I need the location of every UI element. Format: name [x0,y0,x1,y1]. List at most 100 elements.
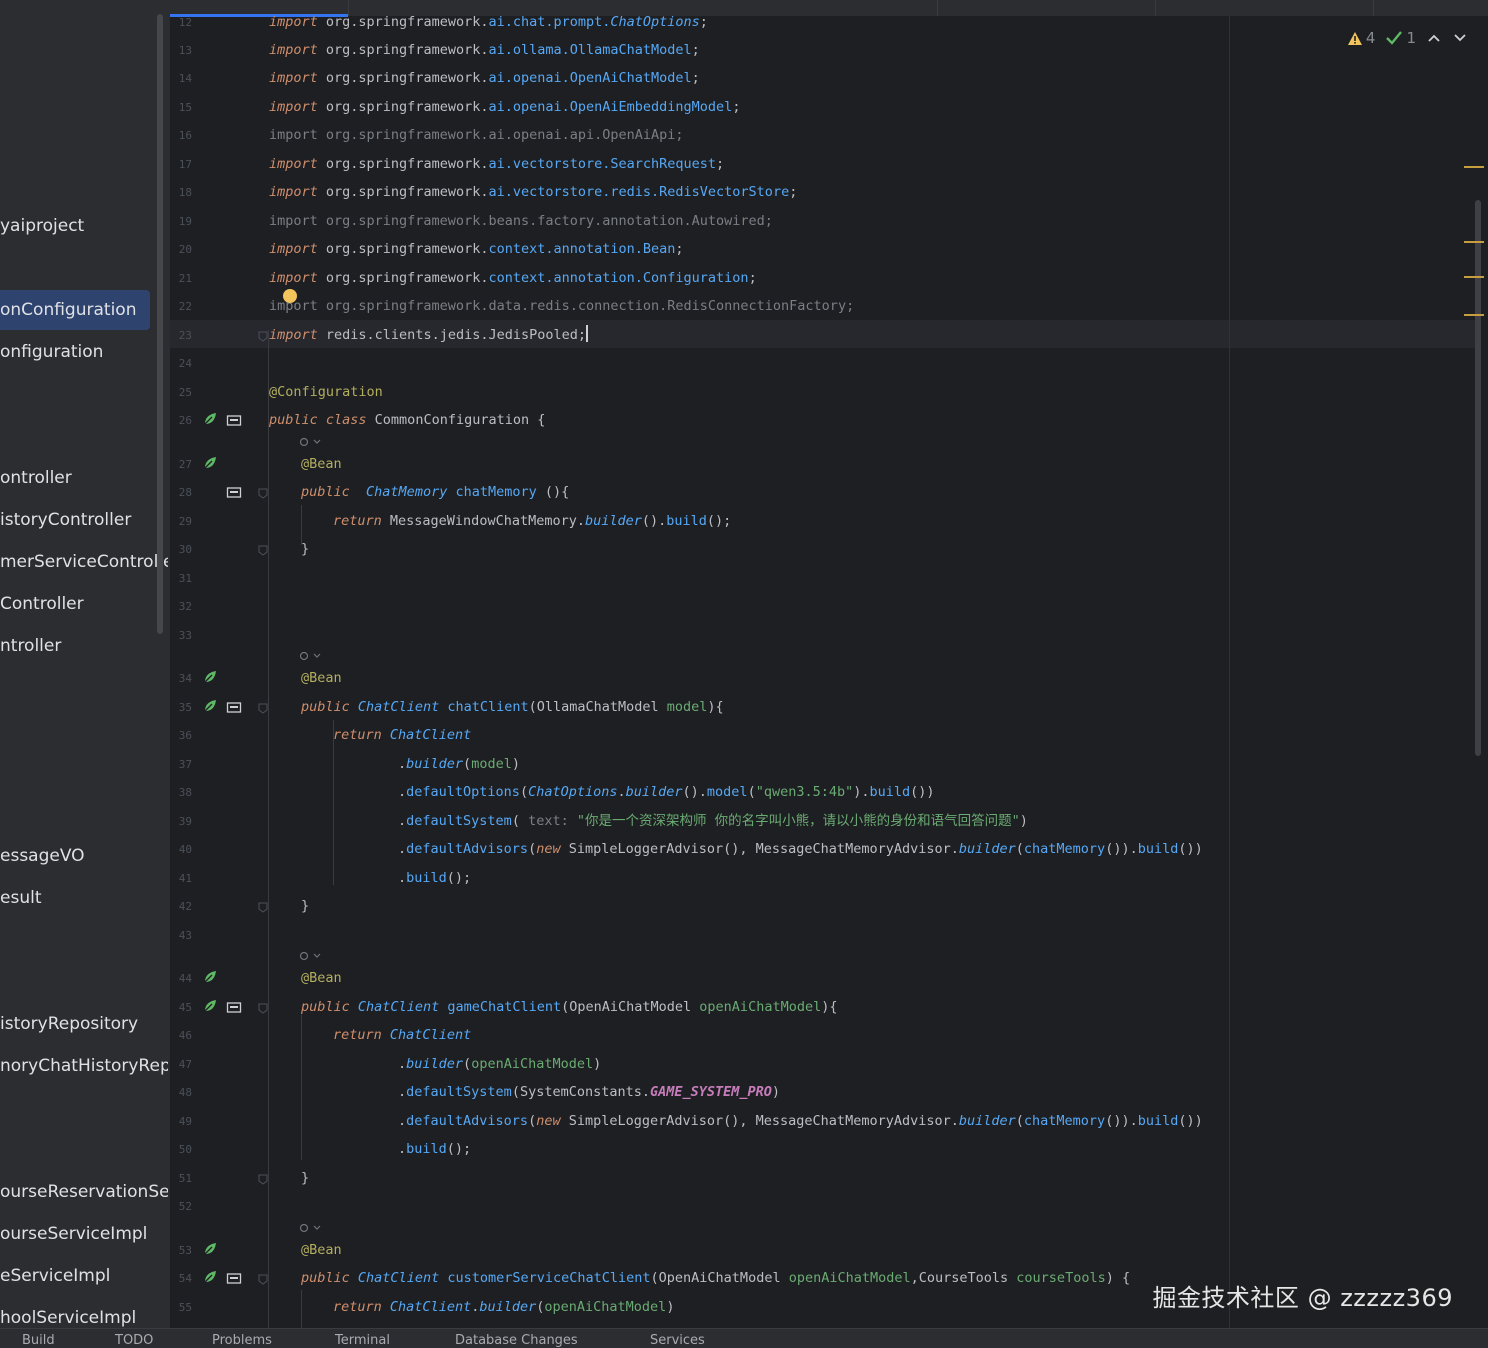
code-line[interactable]: .build(); [398,1139,471,1159]
line-number[interactable]: 30 [170,543,192,556]
code-vision-icon[interactable] [298,436,322,448]
code-line[interactable]: import org.springframework.context.annot… [269,239,684,259]
code-line[interactable]: import org.springframework.ai.openai.Ope… [269,68,700,88]
code-line[interactable]: @Bean [301,1240,342,1260]
line-number[interactable]: 39 [170,815,192,828]
line-number[interactable]: 31 [170,572,192,585]
code-line[interactable]: public ChatClient customerServiceChatCli… [301,1268,1130,1288]
line-number[interactable]: 28 [170,486,192,499]
code-line[interactable]: import org.springframework.ai.ollama.Oll… [269,40,700,60]
project-tree-item[interactable]: hoolServiceImpl [0,1298,136,1328]
code-line[interactable]: import org.springframework.ai.vectorstor… [269,182,797,202]
line-number[interactable]: 27 [170,458,192,471]
code-line[interactable]: .defaultOptions(ChatOptions.builder().mo… [398,782,935,802]
line-number[interactable]: 22 [170,300,192,313]
code-line[interactable]: import org.springframework.beans.factory… [269,211,773,231]
code-line[interactable]: .defaultSystem( text: "你是一个资深架构师 你的名字叫小熊… [398,811,1028,831]
code-line[interactable]: .builder(openAiChatModel) [398,1054,601,1074]
code-line[interactable]: @Bean [301,454,342,474]
spring-bean-icon[interactable] [202,669,218,685]
line-number[interactable]: 40 [170,843,192,856]
line-number[interactable]: 37 [170,758,192,771]
tool-window-tab[interactable]: TODO [115,1333,153,1348]
line-number[interactable]: 52 [170,1200,192,1213]
intention-bulb-icon[interactable] [283,289,297,303]
line-number[interactable]: 35 [170,701,192,714]
spring-bean-icon[interactable] [202,1269,218,1285]
project-tree-scrollbar[interactable] [157,14,163,634]
line-number[interactable]: 38 [170,786,192,799]
code-line[interactable]: return ChatClient [333,725,471,745]
line-number[interactable]: 49 [170,1115,192,1128]
line-number[interactable]: 53 [170,1244,192,1257]
line-number[interactable]: 14 [170,72,192,85]
line-number[interactable]: 34 [170,672,192,685]
code-line[interactable]: public class CommonConfiguration { [269,410,545,430]
implementations-icon[interactable] [226,700,242,716]
tool-window-tab[interactable]: Database Changes [455,1333,578,1348]
line-number[interactable]: 41 [170,872,192,885]
code-line[interactable]: .defaultAdvisors(new SimpleLoggerAdvisor… [398,1111,1203,1131]
line-number[interactable]: 42 [170,900,192,913]
editor-scrollbar[interactable] [1475,200,1481,756]
project-tree-item[interactable]: noryChatHistoryRepos [0,1046,168,1086]
line-number[interactable]: 36 [170,729,192,742]
code-line[interactable]: .defaultAdvisors(new SimpleLoggerAdvisor… [398,839,1203,859]
line-number[interactable]: 29 [170,515,192,528]
project-tree-item[interactable]: esult [0,878,41,918]
code-line[interactable]: public ChatClient chatClient(OllamaChatM… [301,697,724,717]
line-number[interactable]: 13 [170,44,192,57]
project-tree-item[interactable]: essageVO [0,836,85,876]
line-number[interactable]: 19 [170,215,192,228]
project-tree-item[interactable]: ourseReservationServ [0,1172,168,1212]
code-line[interactable]: import redis.clients.jedis.JedisPooled; [269,325,588,345]
project-tree-item[interactable]: ontroller [0,458,72,498]
warning-count[interactable]: 4 [1347,29,1375,47]
project-tree-item[interactable]: yaiproject [0,206,84,246]
implementations-icon[interactable] [226,1271,242,1287]
line-number[interactable]: 24 [170,357,192,370]
arrow-up-icon[interactable] [1426,30,1442,46]
line-number[interactable]: 17 [170,158,192,171]
line-number[interactable]: 21 [170,272,192,285]
project-tree-item[interactable]: onfiguration [0,332,103,372]
line-number[interactable]: 23 [170,329,192,342]
line-number[interactable]: 44 [170,972,192,985]
code-vision-icon[interactable] [298,950,322,962]
line-number[interactable]: 12 [170,16,192,29]
implementations-icon[interactable] [226,485,242,501]
line-number[interactable]: 33 [170,629,192,642]
line-number[interactable]: 46 [170,1029,192,1042]
line-number[interactable]: 16 [170,129,192,142]
spring-bean-icon[interactable] [202,411,218,427]
code-line[interactable]: return ChatClient [333,1025,471,1045]
project-tree-item[interactable]: onConfiguration [0,290,150,330]
code-line[interactable]: public ChatClient gameChatClient(OpenAiC… [301,997,837,1017]
code-line[interactable]: } [301,896,309,916]
project-tree-item[interactable]: ourseServiceImpl [0,1214,147,1254]
code-line[interactable]: } [301,1168,309,1188]
code-line[interactable]: .defaultSystem(SystemConstants.GAME_SYST… [398,1082,780,1102]
error-stripe-mark[interactable] [1464,241,1484,243]
line-number[interactable]: 48 [170,1086,192,1099]
line-number[interactable]: 50 [170,1143,192,1156]
line-number[interactable]: 25 [170,386,192,399]
line-number[interactable]: 20 [170,243,192,256]
tool-window-tab[interactable]: Services [650,1333,705,1348]
ok-count[interactable]: 1 [1385,29,1416,47]
project-tree-item[interactable]: Controller [0,584,84,624]
code-line[interactable]: import org.springframework.context.annot… [269,268,757,288]
code-line[interactable]: return ChatClient.builder(openAiChatMode… [333,1297,674,1317]
line-number[interactable]: 47 [170,1058,192,1071]
code-line[interactable]: import org.springframework.ai.openai.Ope… [269,97,740,117]
line-number[interactable]: 32 [170,600,192,613]
code-line[interactable]: public ChatMemory chatMemory (){ [301,482,569,502]
project-tree-item[interactable]: merServiceController [0,542,168,582]
code-line[interactable]: .builder(model) [398,754,520,774]
line-number[interactable]: 26 [170,414,192,427]
code-line[interactable]: @Bean [301,968,342,988]
code-line[interactable]: } [301,539,309,559]
tool-window-tab[interactable]: Problems [212,1333,272,1348]
code-line[interactable]: import org.springframework.data.redis.co… [269,296,854,316]
error-stripe-mark[interactable] [1464,276,1484,278]
